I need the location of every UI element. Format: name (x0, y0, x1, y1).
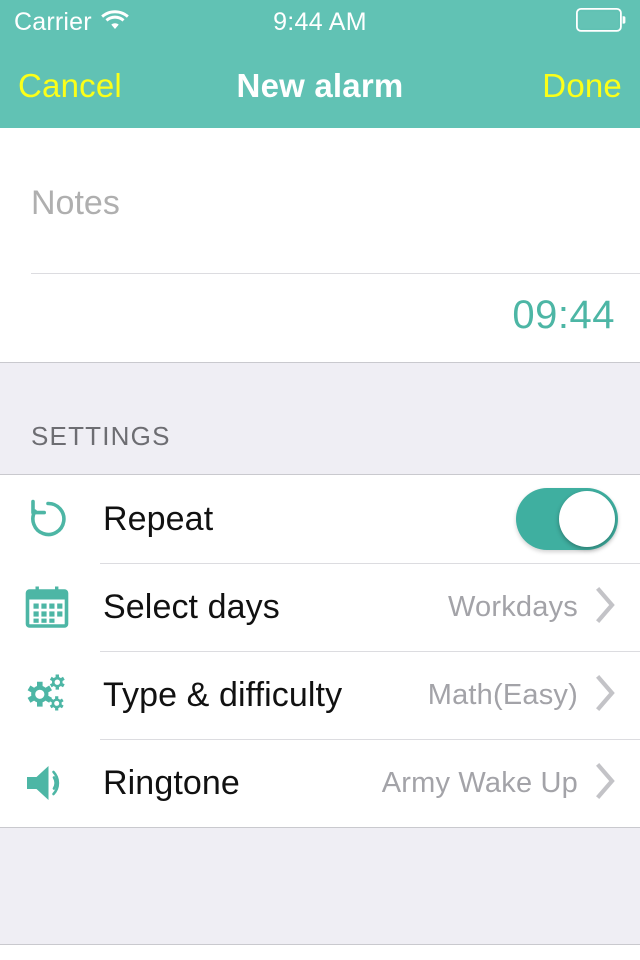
speaker-icon (24, 761, 78, 805)
settings-row-repeat[interactable]: Repeat (0, 475, 640, 563)
settings-row-value: Army Wake Up (381, 766, 578, 799)
battery-icon (575, 7, 626, 37)
bottom-white-strip (0, 945, 640, 955)
settings-row-value: Math(Easy) (427, 678, 578, 711)
alarm-edit-screen: Carrier 9:44 AM Cancel New alarm Done No… (0, 0, 640, 960)
chevron-right-icon (594, 673, 618, 718)
settings-row-value: Workdays (448, 590, 578, 623)
settings-row-label: Select days (103, 587, 280, 626)
notes-input[interactable] (31, 138, 609, 268)
settings-section-title: SETTINGS (31, 421, 171, 451)
settings-section-header: SETTINGS (0, 362, 640, 475)
cancel-button[interactable]: Cancel (18, 67, 122, 105)
alarm-time-value[interactable]: 09:44 (512, 293, 615, 338)
settings-row-type-difficulty[interactable]: Type & difficulty Math(Easy) (0, 651, 640, 739)
wifi-icon (100, 9, 129, 35)
settings-row-label: Repeat (103, 499, 214, 538)
notes-divider (31, 273, 640, 274)
chevron-right-icon (594, 585, 618, 630)
carrier-label: Carrier (14, 7, 92, 36)
status-bar-left: Carrier (14, 8, 129, 37)
gears-icon (24, 672, 78, 718)
settings-row-ringtone[interactable]: Ringtone Army Wake Up (0, 739, 640, 827)
status-bar: Carrier 9:44 AM (0, 0, 640, 44)
calendar-icon (24, 584, 78, 630)
repeat-icon (24, 495, 78, 543)
settings-row-label: Ringtone (103, 763, 240, 802)
settings-list: Repeat Select days Workdays Type & diffi… (0, 475, 640, 827)
settings-row-label: Type & difficulty (103, 675, 343, 714)
status-bar-right (575, 7, 626, 37)
settings-row-select-days[interactable]: Select days Workdays (0, 563, 640, 651)
done-button[interactable]: Done (542, 67, 622, 105)
notes-and-time-block: 09:44 (0, 128, 640, 362)
navigation-bar: Cancel New alarm Done (0, 44, 640, 128)
chevron-right-icon (594, 761, 618, 806)
bottom-filler-band (0, 827, 640, 945)
repeat-toggle-knob (559, 491, 615, 547)
repeat-toggle[interactable] (516, 488, 618, 550)
